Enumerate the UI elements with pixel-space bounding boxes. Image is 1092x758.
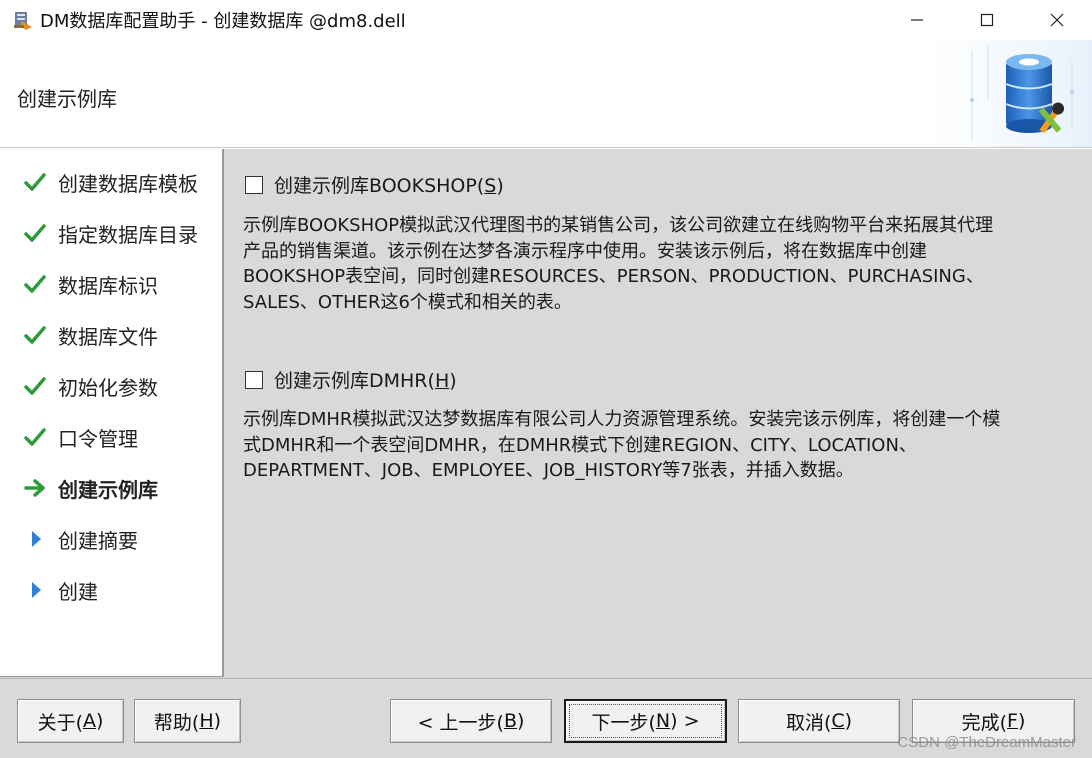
check-icon — [24, 218, 58, 248]
maximize-button[interactable] — [952, 0, 1022, 40]
desc-line: DEPARTMENT、JOB、EMPLOYEE、JOB_HISTORY等7张表，… — [243, 460, 854, 481]
close-button[interactable] — [1022, 0, 1092, 40]
step-label: 数据库文件 — [58, 324, 158, 349]
step-label: 指定数据库目录 — [58, 222, 198, 247]
cancel-button[interactable]: 取消(C) — [738, 699, 900, 743]
step-label: 创建摘要 — [58, 528, 138, 553]
steps-panel: 创建数据库模板 指定数据库目录 数据库标识 数据库文件 初始化参数 口令管理 创… — [0, 149, 224, 677]
minimize-button[interactable] — [882, 0, 952, 40]
check-icon — [24, 269, 58, 299]
bookshop-checkbox-label[interactable]: 创建示例库BOOKSHOP(S) — [274, 171, 504, 198]
step-item: 创建数据库模板 — [24, 167, 198, 197]
help-button[interactable]: 帮助(H) — [134, 699, 241, 743]
dmhr-checkbox-label[interactable]: 创建示例库DMHR(H) — [274, 366, 457, 393]
check-icon — [24, 320, 58, 350]
step-item: 初始化参数 — [24, 371, 158, 401]
step-item: 创建摘要 — [24, 524, 138, 554]
dmhr-checkbox[interactable] — [245, 370, 263, 389]
app-icon — [12, 9, 34, 31]
desc-line: BOOKSHOP表空间，同时创建RESOURCES、PERSON、PRODUCT… — [243, 266, 984, 287]
desc-line: 产品的销售渠道。该示例在达梦各演示程序中使用。安装该示例后，将在数据库中创建 — [243, 240, 927, 262]
dmhr-checkbox-row[interactable]: 创建示例库DMHR(H) — [245, 366, 457, 393]
step-item: 数据库标识 — [24, 269, 158, 299]
page-title: 创建示例库 — [17, 87, 117, 111]
maximize-icon — [980, 13, 994, 27]
wizard-body: 创建数据库模板 指定数据库目录 数据库标识 数据库文件 初始化参数 口令管理 创… — [0, 148, 1092, 678]
bookshop-checkbox-row[interactable]: 创建示例库BOOKSHOP(S) — [245, 171, 504, 198]
desc-line: 示例库BOOKSHOP模拟武汉代理图书的某销售公司，该公司欲建立在线购物平台来拓… — [243, 215, 994, 236]
triangle-right-icon — [24, 524, 58, 554]
check-icon — [24, 167, 58, 197]
desc-line: SALES、OTHER这6个模式和相关的表。 — [243, 291, 572, 313]
check-icon — [24, 371, 58, 401]
desc-line: 式DMHR和一个表空间DMHR，在DMHR模式下创建REGION、CITY、LO… — [243, 434, 917, 456]
step-item: 数据库文件 — [24, 320, 158, 350]
dmhr-description: 示例库DMHR模拟武汉达梦数据库有限公司人力资源管理系统。安装完该示例库，将创建… — [243, 407, 1083, 484]
check-icon — [24, 422, 58, 452]
wizard-header: 创建示例库 — [0, 40, 1092, 148]
about-button[interactable]: 关于(A) — [17, 699, 124, 743]
step-label: 创建 — [58, 579, 98, 604]
bookshop-checkbox[interactable] — [245, 175, 263, 194]
step-label: 口令管理 — [58, 426, 138, 451]
step-label: 创建数据库模板 — [58, 171, 198, 196]
step-item: 指定数据库目录 — [24, 218, 198, 248]
step-item: 创建 — [24, 575, 98, 605]
bookshop-description: 示例库BOOKSHOP模拟武汉代理图书的某销售公司，该公司欲建立在线购物平台来拓… — [243, 213, 1083, 315]
window-controls — [882, 0, 1092, 40]
arrow-right-icon — [24, 473, 58, 503]
next-button[interactable]: 下一步(N) > — [564, 699, 727, 743]
options-panel: 创建示例库BOOKSHOP(S) 示例库BOOKSHOP模拟武汉代理图书的某销售… — [226, 149, 1092, 677]
step-item-current: 创建示例库 — [24, 473, 158, 503]
step-label: 初始化参数 — [58, 375, 158, 400]
database-gear-icon — [932, 40, 1092, 147]
button-bar: 关于(A) 帮助(H) < 上一步(B) 下一步(N) > 取消(C) 完成(F… — [0, 678, 1092, 758]
step-item: 口令管理 — [24, 422, 138, 452]
title-bar[interactable]: DM数据库配置助手 - 创建数据库 @dm8.dell — [0, 0, 1092, 40]
triangle-right-icon — [24, 575, 58, 605]
window-title: DM数据库配置助手 - 创建数据库 @dm8.dell — [40, 11, 406, 32]
prev-button[interactable]: < 上一步(B) — [390, 699, 552, 743]
finish-button[interactable]: 完成(F) — [912, 699, 1075, 743]
step-label: 创建示例库 — [58, 477, 158, 502]
step-label: 数据库标识 — [58, 273, 158, 298]
focus-ring — [569, 704, 722, 738]
minimize-icon — [911, 19, 923, 21]
desc-line: 示例库DMHR模拟武汉达梦数据库有限公司人力资源管理系统。安装完该示例库，将创建… — [243, 409, 1001, 430]
close-icon — [1050, 13, 1064, 27]
